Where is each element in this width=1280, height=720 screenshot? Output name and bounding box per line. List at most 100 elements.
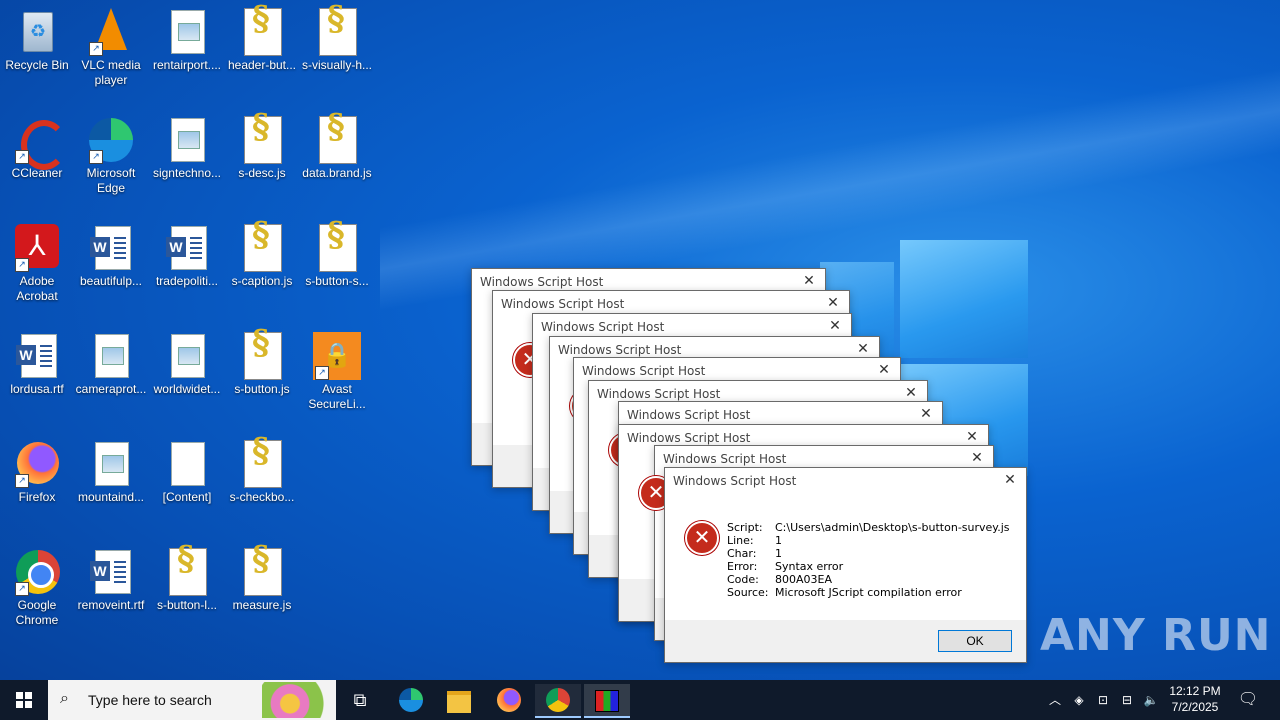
icon-label: header-but... [227,58,297,72]
dialog-title: Windows Script Host [501,297,625,311]
network-shield-icon[interactable]: ◈ [1068,680,1090,720]
line-value: 1 [775,534,782,547]
icon-label: Firefox [18,490,56,504]
windows-start-icon [16,692,32,708]
icon-label: Adobe Acrobat [16,274,58,303]
icon-label: rentairport.... [152,58,222,72]
recycle-bin-icon[interactable]: ♻ Recycle Bin [0,4,74,73]
script-file-icon[interactable]: § measure.js [225,542,299,613]
icon-label: worldwidet... [153,382,221,396]
close-icon[interactable]: ✕ [901,384,921,401]
script-file-icon[interactable]: § s-button.js [225,326,299,397]
word-file-icon[interactable]: W beautifulp... [74,220,148,289]
tray-overflow-chevron-icon[interactable]: ︿ [1044,680,1066,720]
blank-file-icon[interactable]: [Content] [150,436,224,505]
file-explorer-button[interactable] [436,684,482,716]
dialog-title: Windows Script Host [627,408,751,422]
source-row: Source: Microsoft JScript compilation err… [727,586,962,599]
script-file-icon[interactable]: § s-button-l... [150,542,224,613]
volume-icon[interactable]: 🔈 [1140,680,1162,720]
search-highlight-image [262,682,332,718]
dialog-title: Windows Script Host [597,387,721,401]
script-host-error-dialog[interactable]: Windows Script Host ✕ ✕ Script: C:\Users\… [664,467,1027,663]
icon-label: Microsoft Edge [86,166,136,195]
script-file-icon[interactable]: § s-desc.js [225,110,299,181]
taskbar: ⌕ Type here to search ⧉ ︿ ◈ ⊡ ⊟ 🔈 12:12 … [0,680,1280,720]
folder-icon [447,691,471,713]
dialog-title: Windows Script Host [480,275,604,289]
vlc-icon[interactable]: ↗ VLC media player [74,4,148,88]
script-file-icon[interactable]: § data.brand.js [300,110,374,181]
line-row: Line: 1 [727,534,782,547]
icon-label: beautifulp... [79,274,143,288]
word-file-icon[interactable]: W tradepoliti... [150,220,224,289]
close-icon[interactable]: ✕ [825,317,845,334]
clock[interactable]: 12:12 PM 7/2/2025 [1164,680,1226,720]
ccleaner-icon[interactable]: ↗ CCleaner [0,112,74,181]
edge-taskbar-button[interactable] [388,684,434,716]
rtf-file-icon[interactable]: W lordusa.rtf [0,328,74,397]
close-icon[interactable]: ✕ [823,294,843,311]
search-box[interactable]: ⌕ Type here to search [48,680,336,720]
close-icon[interactable]: ✕ [962,428,982,445]
image-file-icon[interactable]: cameraprot... [74,328,148,397]
icon-label: measure.js [232,598,292,612]
close-icon[interactable]: ✕ [967,449,987,466]
icon-label: s-button.js [234,382,290,396]
icon-label: s-button-l... [156,598,218,612]
network-icon[interactable]: ⊟ [1116,680,1138,720]
icon-label: Avast SecureLi... [308,382,366,411]
script-host-taskbar-button[interactable] [584,684,630,718]
close-icon[interactable]: ✕ [916,405,936,422]
code-value: 800A03EA [775,573,832,586]
script-file-icon[interactable]: § s-button-s... [300,218,374,289]
close-icon[interactable]: ✕ [1000,471,1020,488]
task-view-button[interactable]: ⧉ [337,684,383,716]
script-file-icon[interactable]: § s-visually-h... [300,2,374,73]
image-file-icon[interactable]: mountaind... [74,436,148,505]
rtf-file-icon[interactable]: W removeint.rtf [74,544,148,613]
script-file-icon[interactable]: § s-caption.js [225,218,299,289]
error-value: Syntax error [775,560,844,573]
code-key: Code: [727,573,759,586]
start-button[interactable] [0,680,48,720]
tray-app-icon[interactable]: ⊡ [1092,680,1114,720]
close-icon[interactable]: ✕ [799,272,819,289]
error-row: Error: Syntax error [727,560,843,573]
search-icon: ⌕ [60,690,69,707]
chrome-taskbar-button[interactable] [535,684,581,718]
firefox-taskbar-button[interactable] [486,684,532,716]
avast-secureline-icon[interactable]: 🔒 ↗ Avast SecureLi... [300,328,374,412]
source-value: Microsoft JScript compilation error [775,586,962,599]
task-view-icon: ⧉ [353,690,367,710]
script-host-icon [595,690,619,712]
google-chrome-icon[interactable]: ↗ Google Chrome [0,544,74,628]
adobe-acrobat-icon[interactable]: ⅄ ↗ Adobe Acrobat [0,220,74,304]
icon-label: Google Chrome [15,598,59,627]
icon-label: Recycle Bin [5,58,69,72]
microsoft-edge-icon[interactable]: ↗ Microsoft Edge [74,112,148,196]
firefox-icon [497,688,521,712]
ok-button[interactable]: OK [938,630,1012,652]
script-file-icon[interactable]: § header-but... [225,2,299,73]
firefox-icon[interactable]: ↗ Firefox [0,436,74,505]
close-icon[interactable]: ✕ [853,340,873,357]
image-file-icon[interactable]: rentairport.... [150,4,224,73]
image-file-icon[interactable]: worldwidet... [150,328,224,397]
script-row: Script: C:\Users\admin\Desktop\s-button-s… [727,521,1010,534]
notifications-icon[interactable]: 🗨 [1232,680,1264,720]
error-key: Error: [727,560,758,573]
dialog-title: Windows Script Host [663,452,787,466]
icon-label: data.brand.js [302,166,372,180]
code-row: Code: 800A03EA [727,573,832,586]
image-file-icon[interactable]: signtechno... [150,112,224,181]
close-icon[interactable]: ✕ [874,361,894,378]
script-file-icon[interactable]: § s-checkbo... [225,434,299,505]
icon-label: removeint.rtf [77,598,145,612]
edge-icon [399,688,423,712]
icon-label: lordusa.rtf [10,382,64,396]
icon-label: s-desc.js [238,166,286,180]
anyrun-watermark: ANY RUN [1040,610,1272,661]
char-key: Char: [727,547,757,560]
icon-label: s-caption.js [231,274,293,288]
